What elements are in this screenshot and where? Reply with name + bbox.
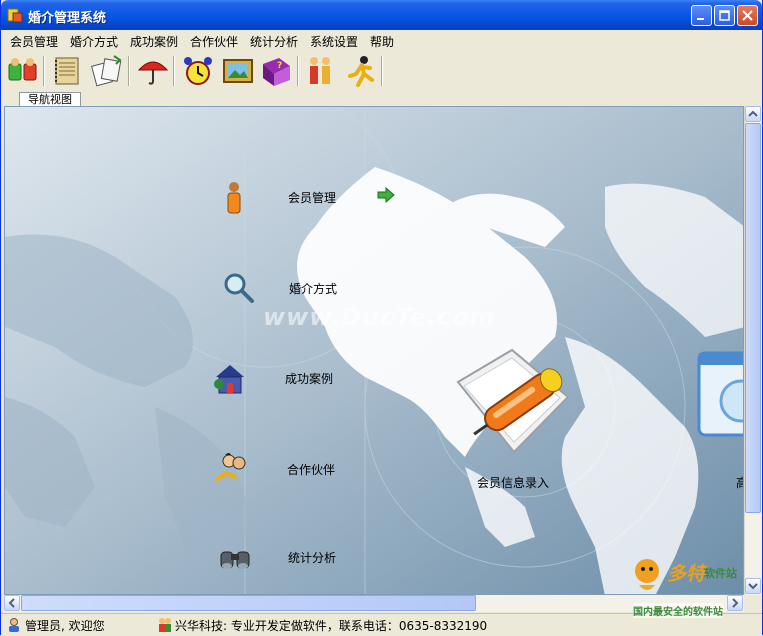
user-icon	[9, 618, 19, 632]
watermark-center: www.DucTe.com	[263, 303, 496, 331]
toolbar-separator	[43, 56, 45, 86]
nav-item-partners[interactable]: 合作伙伴	[287, 461, 335, 478]
maximize-button[interactable]	[714, 5, 735, 26]
people-icon[interactable]	[304, 54, 338, 88]
magnifier-icon[interactable]	[221, 270, 255, 304]
member-person-icon[interactable]	[217, 181, 251, 215]
umbrella-icon[interactable]	[136, 54, 170, 88]
minimize-icon	[697, 18, 704, 20]
toolbar-separator	[128, 56, 130, 86]
watermark-corner-sub: 软件站	[704, 567, 737, 580]
feature-member-info-entry-label[interactable]: 会员信息录入	[477, 474, 549, 491]
toolbar: ?	[1, 50, 762, 93]
house-icon[interactable]	[213, 362, 247, 396]
vertical-scroll-thumb[interactable]	[745, 123, 761, 513]
watermark-corner-main: 多特	[667, 563, 706, 585]
window-title: 婚介管理系统	[28, 11, 107, 26]
partners-icon[interactable]	[215, 451, 249, 485]
maximize-icon	[719, 10, 730, 21]
close-button[interactable]	[737, 5, 758, 26]
runner-icon[interactable]	[344, 54, 378, 88]
toolbar-separator	[297, 56, 299, 86]
vertical-scrollbar[interactable]	[744, 106, 762, 595]
help-book-icon[interactable]: ?	[259, 54, 293, 88]
chevron-left-icon	[8, 598, 15, 608]
picture-icon[interactable]	[221, 54, 255, 88]
world-map-background	[5, 107, 743, 594]
window-app-icon[interactable]	[697, 351, 744, 437]
files-icon[interactable]	[90, 54, 124, 88]
binoculars-icon[interactable]	[218, 540, 252, 574]
title-bar[interactable]: 婚介管理系统	[1, 0, 762, 30]
partial-feature-label[interactable]: 高	[736, 474, 743, 491]
member-info-entry-icon[interactable]	[450, 342, 580, 462]
menu-member-management[interactable]: 会员管理	[10, 33, 58, 50]
menu-success-cases[interactable]: 成功案例	[130, 33, 178, 50]
toolbar-separator	[173, 56, 175, 86]
notebook-icon[interactable]	[50, 54, 84, 88]
tab-strip: 导航视图	[1, 92, 762, 107]
alarm-clock-icon[interactable]	[181, 54, 215, 88]
scroll-right-button[interactable]	[727, 595, 743, 611]
scroll-up-button[interactable]	[745, 106, 761, 122]
menu-help[interactable]: 帮助	[370, 33, 394, 50]
menu-matchmaking-methods[interactable]: 婚介方式	[70, 33, 118, 50]
nav-item-matchmaking-methods[interactable]: 婚介方式	[289, 280, 337, 297]
tab-navigation-view[interactable]: 导航视图	[19, 92, 81, 107]
menu-system-settings[interactable]: 系统设置	[310, 33, 358, 50]
close-icon	[742, 10, 753, 21]
menu-bar: 会员管理 婚介方式 成功案例 合作伙伴 统计分析 系统设置 帮助	[1, 30, 762, 50]
scroll-left-button[interactable]	[4, 595, 20, 611]
menu-partners[interactable]: 合作伙伴	[190, 33, 238, 50]
nav-item-success-cases[interactable]: 成功案例	[285, 370, 333, 387]
watermark-corner-slogan: 国内最安全的软件站	[633, 603, 723, 618]
scroll-down-button[interactable]	[745, 578, 761, 594]
menu-statistics[interactable]: 统计分析	[250, 33, 298, 50]
svg-text:?: ?	[277, 61, 282, 71]
company-icon	[159, 618, 171, 632]
nav-item-member-management[interactable]: 会员管理	[288, 189, 336, 206]
status-company: 兴华科技: 专业开发定做软件，联系电话：0635-8332190	[175, 619, 488, 633]
navigation-view-panel: 会员管理 婚介方式 成功案例 合作伙伴 统计分析 会员信息录入 www.DucT…	[4, 106, 744, 595]
members-icon[interactable]	[6, 54, 40, 88]
arrow-right-icon[interactable]	[377, 187, 395, 203]
main-window: 婚介管理系统 会员管理 婚介方式 成功案例 合作伙伴 统计分析 系统设置 帮助	[0, 0, 763, 636]
nav-item-statistics[interactable]: 统计分析	[288, 549, 336, 566]
duote-logo-icon	[635, 559, 659, 590]
chevron-right-icon	[732, 598, 739, 608]
horizontal-scroll-thumb[interactable]	[21, 595, 476, 611]
status-user: 管理员, 欢迎您	[25, 619, 105, 633]
chevron-up-icon	[748, 110, 758, 117]
chevron-down-icon	[748, 583, 758, 590]
minimize-button[interactable]	[691, 5, 712, 26]
toolbar-separator	[381, 56, 383, 86]
status-bar: 管理员, 欢迎您 兴华科技: 专业开发定做软件，联系电话：0635-833219…	[1, 603, 762, 636]
app-icon	[7, 8, 23, 23]
